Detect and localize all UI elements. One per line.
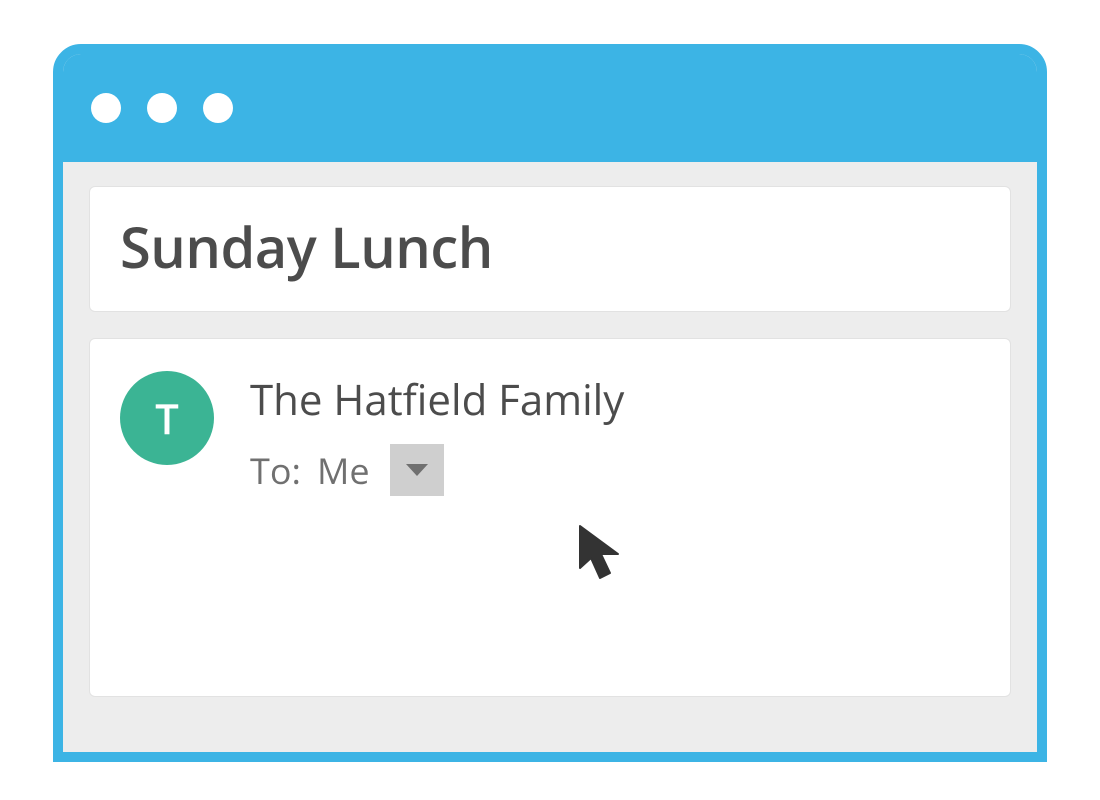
caret-down-icon (406, 464, 428, 476)
message-card: T The Hatfield Family To: Me (89, 338, 1011, 697)
content-area: Sunday Lunch T The Hatfield Family To: M… (63, 162, 1037, 697)
window-control-dot[interactable] (203, 93, 233, 123)
sender-avatar[interactable]: T (120, 371, 214, 465)
to-value: Me (317, 446, 370, 495)
titlebar (63, 54, 1037, 162)
message-meta: The Hatfield Family To: Me (250, 369, 624, 496)
recipient-row: To: Me (250, 444, 624, 496)
subject-card: Sunday Lunch (89, 186, 1011, 312)
app-window: Sunday Lunch T The Hatfield Family To: M… (53, 44, 1047, 762)
email-subject: Sunday Lunch (120, 209, 980, 285)
window-control-dot[interactable] (147, 93, 177, 123)
to-label: To: (250, 446, 301, 495)
window-control-dot[interactable] (91, 93, 121, 123)
avatar-initial: T (155, 390, 179, 447)
recipient-details-toggle[interactable] (390, 444, 444, 496)
sender-name: The Hatfield Family (250, 371, 624, 428)
